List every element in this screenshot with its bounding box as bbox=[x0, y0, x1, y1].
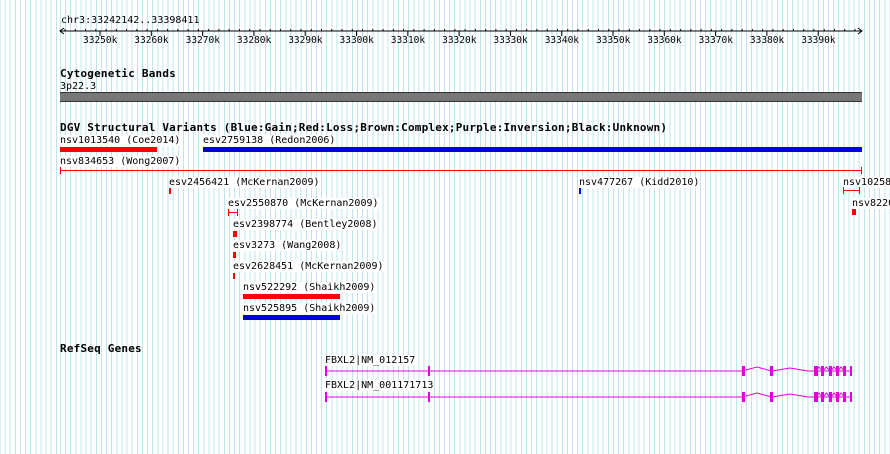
ruler-tick-label: 33310k bbox=[390, 35, 426, 46]
feature-label-esv2759138: esv2759138 (Redon2006) bbox=[203, 135, 336, 146]
ruler-tick-label: 33340k bbox=[544, 35, 580, 46]
ruler-tick-label: 33270k bbox=[185, 35, 220, 46]
feature-label-esv2456421: esv2456421 (McKernan2009) bbox=[169, 177, 320, 188]
gene-exon bbox=[742, 392, 745, 402]
ruler-tick-label: 33250k bbox=[83, 35, 118, 46]
gene-exon bbox=[850, 392, 852, 402]
feature-esv2456421[interactable] bbox=[169, 188, 171, 194]
feature-label-nsv477267: nsv477267 (Kidd2010) bbox=[579, 177, 700, 188]
gene-exon bbox=[829, 366, 832, 376]
gene-fbxl2-nm-001171713 bbox=[325, 392, 852, 402]
ruler-tick-label: 33350k bbox=[596, 35, 631, 46]
gene-intron-chevron bbox=[837, 366, 845, 372]
ruler-left-arrow bbox=[59, 27, 65, 35]
cytoband-label: 3p22.3 bbox=[60, 81, 97, 92]
ruler-right-arrow bbox=[857, 27, 863, 35]
gene-exon bbox=[843, 392, 846, 402]
gene-fbxl2-nm-012157 bbox=[325, 366, 852, 376]
gene-exon bbox=[843, 366, 846, 376]
gene-exon bbox=[325, 366, 327, 376]
position-label: chr3:33242142..33398411 bbox=[61, 15, 200, 26]
gene-exon bbox=[821, 366, 824, 376]
feature-nsv477267[interactable] bbox=[579, 188, 581, 194]
feature-esv2550870-end bbox=[237, 209, 238, 216]
ruler-tick-label: 33330k bbox=[493, 35, 528, 46]
feature-label-nsv522292: nsv522292 (Shaikh2009) bbox=[243, 282, 376, 293]
feature-nsv1025-start bbox=[843, 187, 844, 194]
gene-exon bbox=[836, 392, 839, 402]
feature-nsv525895[interactable] bbox=[243, 315, 340, 320]
gene-exon bbox=[428, 366, 430, 376]
feature-nsv834653-start bbox=[60, 167, 61, 174]
feature-nsv834653-end bbox=[861, 167, 862, 174]
gene-label-nm-012157: FBXL2|NM_012157 bbox=[325, 355, 416, 366]
cytoband-bar[interactable] bbox=[60, 92, 862, 102]
feature-esv2398774[interactable] bbox=[233, 231, 237, 237]
gene-label-nm-001171713: FBXL2|NM_001171713 bbox=[325, 380, 434, 391]
gene-exon bbox=[814, 366, 818, 376]
feature-nsv1025[interactable] bbox=[843, 190, 860, 191]
gene-intron-chevron bbox=[815, 392, 823, 398]
ruler-tick-label: 33290k bbox=[288, 35, 323, 46]
gene-intron-chevron bbox=[741, 366, 773, 372]
dgv-track-title: DGV Structural Variants (Blue:Gain;Red:L… bbox=[60, 121, 668, 134]
feature-label-nsv822: nsv8220 bbox=[852, 198, 890, 209]
gene-intron-chevron bbox=[822, 392, 831, 398]
ruler-tick-label: 33320k bbox=[442, 35, 477, 46]
gene-exon bbox=[821, 392, 824, 402]
ruler-minor-ticks bbox=[64, 29, 856, 31]
gene-exon bbox=[814, 392, 818, 402]
gene-exon bbox=[428, 392, 430, 402]
gene-exon bbox=[850, 366, 852, 376]
feature-esv3273[interactable] bbox=[233, 252, 236, 258]
gene-intron-chevron bbox=[830, 392, 838, 398]
feature-label-esv2398774: esv2398774 (Bentley2008) bbox=[233, 219, 378, 230]
ruler-tick-label: 33280k bbox=[236, 35, 272, 46]
refseq-track-title: RefSeq Genes bbox=[60, 342, 142, 355]
ruler-tick-label: 33300k bbox=[339, 35, 374, 46]
gene-exon bbox=[836, 366, 839, 376]
feature-nsv1025-end bbox=[859, 187, 860, 194]
cytobands-track-title: Cytogenetic Bands bbox=[60, 67, 176, 80]
gene-intron-chevron bbox=[741, 392, 773, 398]
gene-intron-chevron bbox=[771, 393, 809, 398]
feature-nsv1013540[interactable] bbox=[60, 147, 157, 152]
gene-exon bbox=[829, 392, 832, 402]
gene-intron-chevron bbox=[815, 366, 823, 372]
ruler-tick-label: 33260k bbox=[134, 35, 169, 46]
feature-label-nsv834653: nsv834653 (Wong2007) bbox=[60, 156, 181, 167]
gene-exon bbox=[770, 366, 773, 376]
ruler-tick-label: 33360k bbox=[647, 35, 682, 46]
gene-exon bbox=[325, 392, 327, 402]
ruler-tick-label: 33390k bbox=[801, 35, 836, 46]
feature-label-nsv1025: nsv10258 bbox=[843, 177, 890, 188]
feature-nsv834653[interactable] bbox=[60, 170, 862, 171]
gene-exon bbox=[742, 366, 745, 376]
feature-nsv822[interactable] bbox=[852, 209, 856, 215]
gene-intron-chevron bbox=[830, 366, 838, 372]
gene-intron-chevron bbox=[822, 366, 831, 372]
feature-esv2550870-start bbox=[228, 209, 229, 216]
feature-esv2759138[interactable] bbox=[203, 147, 862, 152]
feature-label-nsv1013540: nsv1013540 (Coe2014) bbox=[60, 135, 181, 146]
ruler-tick-label: 33380k bbox=[749, 35, 785, 46]
ruler-tick-label: 33370k bbox=[698, 35, 733, 46]
gene-intron-chevron bbox=[837, 392, 845, 398]
feature-label-esv2628451: esv2628451 (McKernan2009) bbox=[233, 261, 384, 272]
feature-label-esv2550870: esv2550870 (McKernan2009) bbox=[228, 198, 379, 209]
feature-esv2628451[interactable] bbox=[233, 273, 235, 279]
feature-label-esv3273: esv3273 (Wang2008) bbox=[233, 240, 342, 251]
gene-exon bbox=[770, 392, 773, 402]
feature-nsv522292[interactable] bbox=[243, 294, 340, 299]
feature-label-nsv525895: nsv525895 (Shaikh2009) bbox=[243, 303, 376, 314]
gene-intron-chevron bbox=[771, 367, 809, 372]
